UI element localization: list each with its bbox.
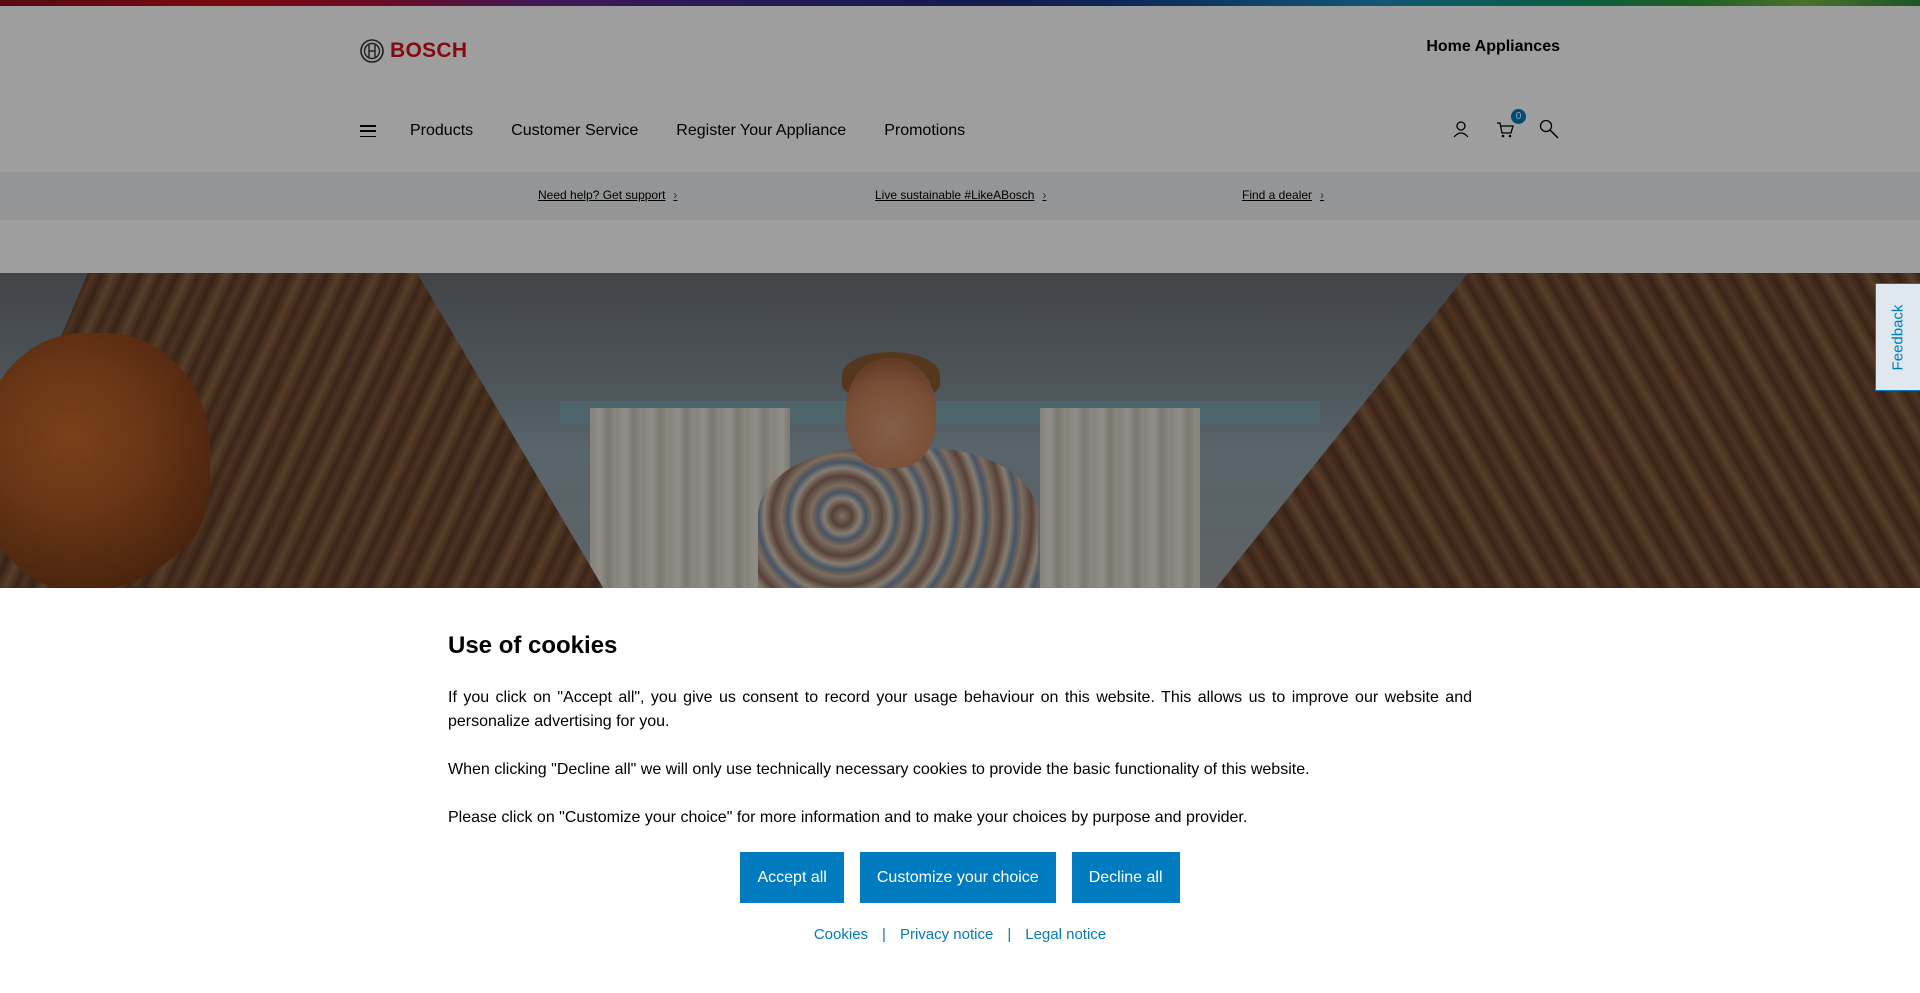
feedback-tab[interactable]: Feedback: [1875, 283, 1920, 391]
cookie-banner: Use of cookies If you click on "Accept a…: [0, 588, 1920, 993]
privacy-notice-link[interactable]: Privacy notice: [900, 926, 993, 943]
customize-choice-button[interactable]: Customize your choice: [859, 852, 1056, 903]
cookie-paragraph-decline: When clicking "Decline all" we will only…: [448, 761, 1310, 778]
page: BOSCH Home Appliances Products Customer …: [0, 0, 1920, 993]
modal-backdrop: [0, 0, 1920, 593]
feedback-label: Feedback: [1889, 304, 1907, 370]
legal-notice-link[interactable]: Legal notice: [1025, 926, 1106, 943]
link-separator: |: [1007, 926, 1012, 943]
accept-all-button[interactable]: Accept all: [740, 852, 844, 903]
cookie-buttons: Accept all Customize your choice Decline…: [448, 852, 1472, 903]
cookie-footer-links: Cookies | Privacy notice | Legal notice: [448, 926, 1472, 943]
decline-all-button[interactable]: Decline all: [1071, 852, 1180, 903]
cookie-title: Use of cookies: [448, 632, 618, 659]
cookies-link[interactable]: Cookies: [814, 926, 868, 943]
cookie-paragraph-accept: If you click on "Accept all", you give u…: [448, 689, 1472, 730]
cookie-paragraph-customize: Please click on "Customize your choice" …: [448, 809, 1248, 826]
link-separator: |: [882, 926, 886, 943]
